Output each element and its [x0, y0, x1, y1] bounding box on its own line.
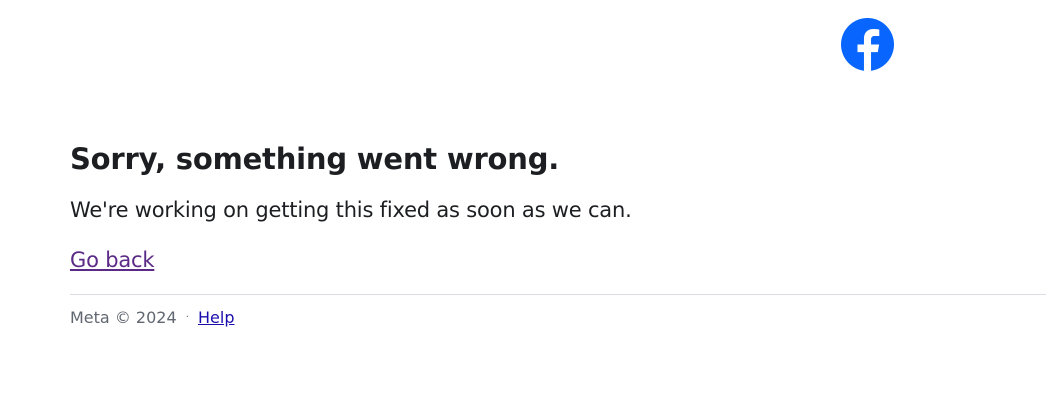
error-title: Sorry, something went wrong. — [70, 142, 560, 176]
error-message: We're working on getting this fixed as s… — [70, 198, 632, 222]
go-back-link[interactable]: Go back — [70, 246, 155, 274]
footer-divider — [70, 294, 1046, 295]
footer: Meta © 2024 · Help — [70, 308, 1046, 331]
footer-separator: · — [185, 312, 189, 323]
error-page: Sorry, something went wrong. We're worki… — [0, 0, 1046, 400]
copyright-text: Meta © 2024 — [70, 308, 177, 327]
facebook-logo-icon[interactable] — [841, 18, 894, 71]
error-content: Sorry, something went wrong. We're worki… — [70, 140, 1046, 331]
help-link[interactable]: Help — [198, 308, 234, 327]
